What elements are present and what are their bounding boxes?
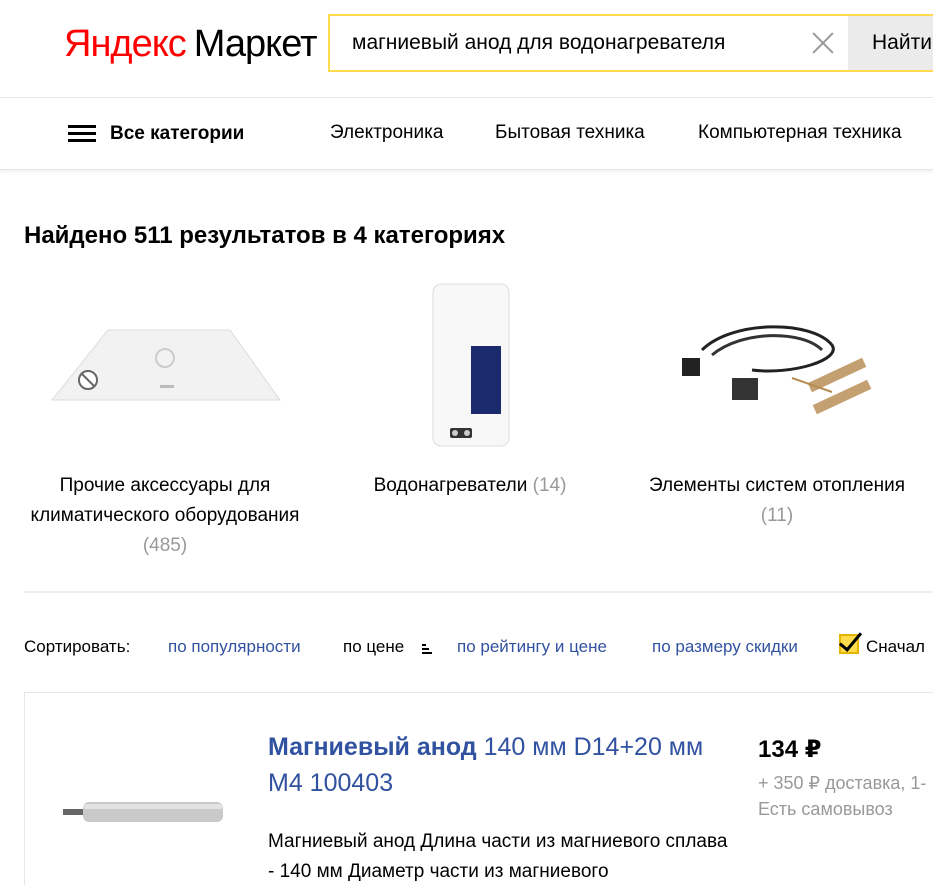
product-pickup: Есть самовывоз — [758, 799, 893, 819]
results-heading: Найдено 511 результатов в 4 категориях — [24, 222, 506, 249]
product-card: Магниевый анод 140 мм D14+20 мм М4 10040… — [24, 692, 933, 885]
checkbox-label: Сначал — [866, 637, 925, 656]
logo-market: Маркет — [193, 23, 318, 65]
sort-by-popularity[interactable]: по популярности — [168, 637, 301, 657]
product-price: 134 ₽ — [758, 736, 822, 763]
all-categories-label: Все категории — [110, 123, 245, 144]
sort-icon — [422, 644, 432, 654]
nav-item-appliances[interactable]: Бытовая техника — [495, 122, 645, 144]
sort-by-discount[interactable]: по размеру скидки — [652, 637, 798, 657]
product-image[interactable] — [63, 793, 227, 833]
menu-icon — [68, 125, 96, 143]
all-categories-button[interactable]: Все категории — [68, 120, 244, 148]
close-icon[interactable] — [808, 28, 838, 58]
category-card[interactable]: Прочие аксессуары для климатического обо… — [30, 280, 300, 561]
category-label: Элементы систем отопления (11) — [649, 475, 905, 526]
header: ЯндексМаркет Найти — [0, 0, 933, 98]
category-label: Водонагреватели (14) — [373, 475, 567, 496]
nav-item-electronics[interactable]: Электроника — [330, 122, 443, 144]
logo-yandex: Яндекс — [64, 23, 187, 65]
sort-label: Сортировать: — [24, 637, 131, 656]
nav-item-computers[interactable]: Компьютерная техника — [698, 122, 902, 144]
product-description: Магниевый анод Длина части из магниевого… — [268, 831, 728, 882]
category-image-accessories — [30, 280, 300, 455]
category-label: Прочие аксессуары для климатического обо… — [30, 475, 300, 556]
category-card[interactable]: Элементы систем отопления (11) — [642, 280, 912, 531]
sort-by-price[interactable]: по цене — [343, 637, 404, 657]
product-delivery: + 350 ₽ доставка, 1- — [758, 773, 927, 793]
search-input[interactable] — [330, 16, 840, 70]
checkbox-icon[interactable] — [839, 634, 859, 654]
category-image-water-heaters — [335, 280, 605, 455]
category-image-heating-elements — [642, 280, 912, 455]
category-nav: Все категории Электроника Бытовая техник… — [0, 98, 933, 170]
category-card[interactable]: Водонагреватели (14) — [335, 280, 605, 501]
product-title-link[interactable]: Магниевый анод 140 мм D14+20 мм М4 10040… — [268, 729, 738, 801]
yandex-market-logo[interactable]: Яндекс Маркет — [64, 20, 318, 68]
search-button[interactable]: Найти — [848, 16, 933, 70]
divider — [24, 591, 933, 593]
sort-by-rating-and-price[interactable]: по рейтингу и цене — [457, 637, 607, 657]
search-bar: Найти — [328, 14, 933, 72]
